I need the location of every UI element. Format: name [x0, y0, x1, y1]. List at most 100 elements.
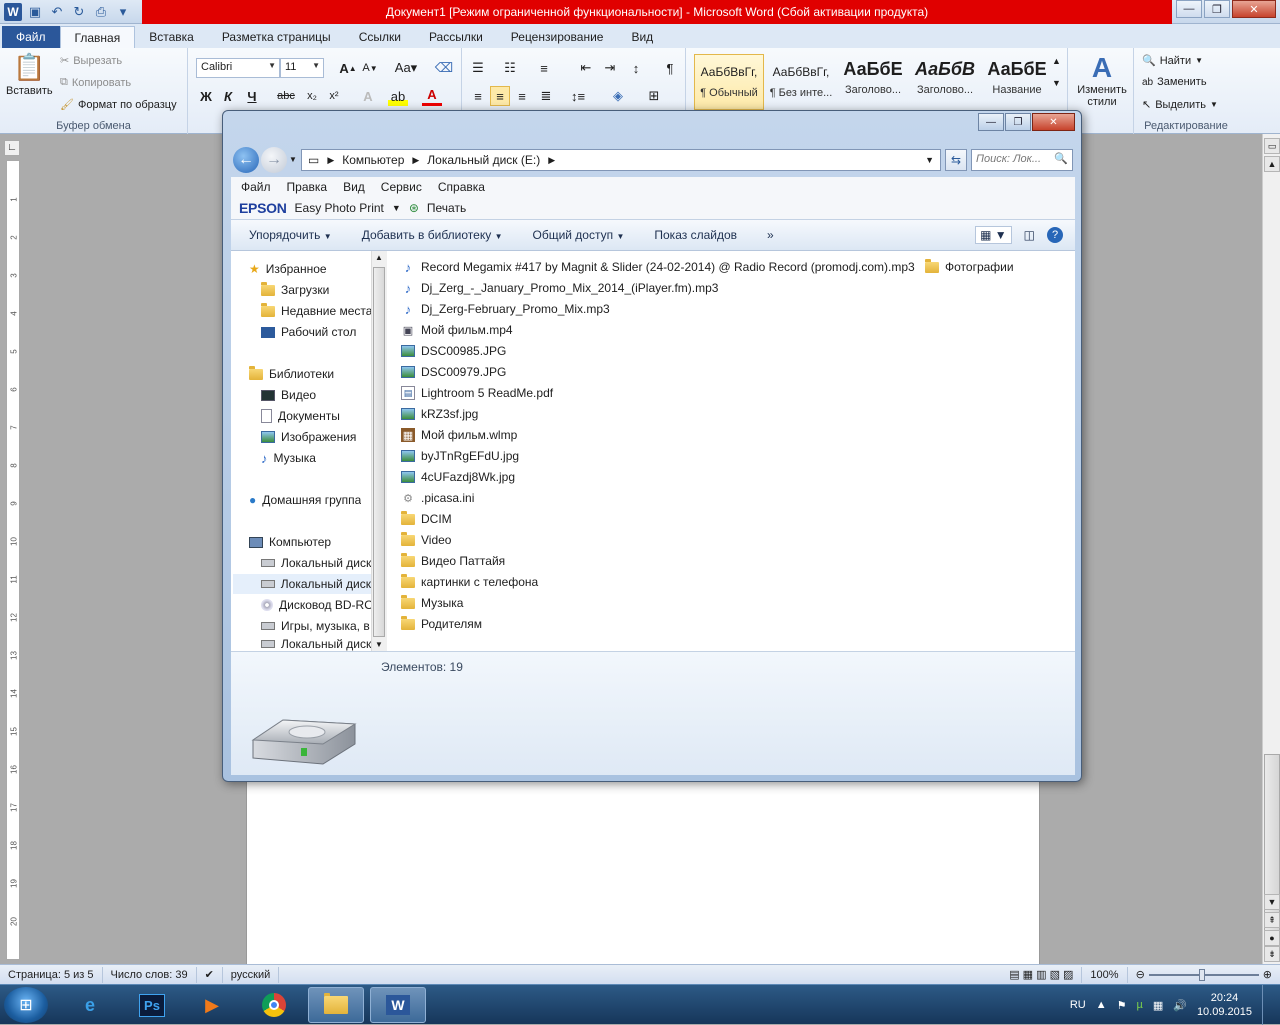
zoom-out-icon[interactable]: ⊖ [1136, 968, 1145, 981]
menu-view[interactable]: Вид [343, 180, 365, 194]
tab-references[interactable]: Ссылки [345, 26, 415, 48]
change-styles-button[interactable]: A Изменить стили [1072, 52, 1132, 108]
print-icon[interactable]: ⎙ [92, 3, 110, 21]
menu-tools[interactable]: Сервис [381, 180, 422, 194]
word-logo-icon[interactable]: W [4, 3, 22, 21]
word-count[interactable]: Число слов: 39 [103, 966, 197, 983]
format-painter-button[interactable]: 🖌 Формат по образцу [60, 98, 177, 112]
history-dropdown-icon[interactable]: ▼ [289, 155, 297, 164]
next-page-button[interactable]: ⇟ [1264, 946, 1280, 962]
file-item[interactable]: Video [401, 530, 451, 550]
underline-icon[interactable]: Ч [242, 86, 262, 106]
file-item[interactable]: kRZ3sf.jpg [401, 404, 478, 424]
volume-icon[interactable]: 🔊 [1173, 999, 1187, 1012]
action-center-icon[interactable]: ⚑ [1117, 999, 1127, 1012]
nav-bd-drive[interactable]: Дисковод BD-RO [261, 595, 374, 615]
network-icon[interactable]: ▦ [1153, 999, 1163, 1012]
nav-drive-2[interactable]: Локальный диск [233, 574, 371, 594]
undo-icon[interactable]: ↶ [48, 3, 66, 21]
refresh-icon[interactable]: ⇆ [945, 149, 967, 171]
share-button[interactable]: Общий доступ ▼ [532, 228, 624, 242]
font-size-combo[interactable]: 11 ▼ [280, 58, 324, 78]
nav-downloads[interactable]: Загрузки [261, 280, 329, 300]
language[interactable]: русский [223, 966, 280, 983]
replace-button[interactable]: ab Заменить [1142, 76, 1207, 88]
file-item[interactable]: ▤ Lightroom 5 ReadMe.pdf [401, 383, 553, 403]
menu-help[interactable]: Справка [438, 180, 485, 194]
address-dropdown-icon[interactable]: ▼ [925, 155, 940, 165]
breadcrumb-drive[interactable]: Локальный диск (E:) [427, 153, 540, 167]
file-item[interactable]: DCIM [401, 509, 452, 529]
print-button[interactable]: Печать [427, 201, 466, 215]
tray-expand-icon[interactable]: ▲ [1096, 999, 1107, 1011]
chevron-down-icon[interactable]: ▼ [392, 203, 401, 213]
zoom-level[interactable]: 100% [1082, 966, 1128, 983]
organize-button[interactable]: Упорядочить ▼ [249, 228, 332, 242]
search-icon[interactable]: 🔍 [1054, 152, 1068, 165]
word-taskbar-icon[interactable]: W [370, 987, 426, 1023]
find-button[interactable]: 🔍 Найти ▼ [1142, 54, 1203, 68]
more-commands-icon[interactable]: » [767, 228, 774, 242]
numbering-icon[interactable]: ☷ [500, 58, 520, 78]
align-center-icon[interactable]: ≡ [490, 86, 510, 106]
strikethrough-icon[interactable]: abc [276, 86, 296, 106]
font-color-icon[interactable]: A [422, 86, 442, 106]
explorer-maximize-button[interactable]: ❐ [1005, 113, 1031, 131]
preview-pane-icon[interactable]: ◫ [1024, 228, 1035, 242]
tab-page-layout[interactable]: Разметка страницы [208, 26, 345, 48]
language-indicator[interactable]: RU [1070, 999, 1086, 1011]
grow-font-icon[interactable]: A ▲ [338, 58, 358, 78]
menu-file[interactable]: Файл [241, 180, 271, 194]
style-heading2[interactable]: АаБбВ Заголово... [910, 54, 980, 110]
photoshop-icon[interactable]: Ps [124, 987, 180, 1023]
file-item[interactable]: DSC00979.JPG [401, 362, 506, 382]
style-title[interactable]: АаБбЕ Название [982, 54, 1052, 110]
shading-icon[interactable]: ◈ [608, 86, 628, 106]
nav-drive-3[interactable]: Игры, музыка, в [261, 616, 370, 636]
tab-home[interactable]: Главная [59, 26, 136, 48]
paste-button[interactable]: 📋 Вставить [6, 52, 53, 97]
style-normal[interactable]: АаБбВвГг, ¶ Обычный [694, 54, 764, 110]
align-right-icon[interactable]: ≡ [512, 86, 532, 106]
subscript-icon[interactable]: x₂ [302, 86, 322, 106]
explorer-close-button[interactable]: ✕ [1032, 113, 1075, 131]
save-icon[interactable]: ▣ [26, 3, 44, 21]
zoom-slider[interactable]: ⊖ ⊕ [1128, 968, 1280, 981]
style-no-spacing[interactable]: АаБбВвГг, ¶ Без инте... [766, 54, 836, 110]
customize-qat-icon[interactable]: ▾ [114, 3, 132, 21]
highlight-icon[interactable]: ab [388, 86, 408, 106]
bullets-icon[interactable]: ☰ [468, 58, 488, 78]
internet-explorer-icon[interactable]: e [62, 987, 118, 1023]
scroll-down-button[interactable]: ▼ [1264, 894, 1280, 910]
shrink-font-icon[interactable]: A ▼ [360, 58, 380, 78]
multilevel-list-icon[interactable]: ≡ [534, 58, 554, 78]
select-button[interactable]: ↖ Выделить ▼ [1142, 98, 1218, 112]
media-player-icon[interactable]: ▶ [184, 987, 240, 1023]
text-effects-icon[interactable]: A [358, 86, 378, 106]
address-bar[interactable]: ▭ ▶ Компьютер ▶ Локальный диск (E:) ▶ ▼ [301, 149, 941, 171]
menu-edit[interactable]: Правка [287, 180, 328, 194]
search-input[interactable]: Поиск: Лок... 🔍 [971, 149, 1073, 171]
view-buttons[interactable]: ▤ ▦ ▥ ▧ ▨ [1001, 966, 1083, 983]
file-item[interactable]: ▦ Мой фильм.wlmp [401, 425, 517, 445]
file-item[interactable]: картинки с телефона [401, 572, 538, 592]
copy-button[interactable]: ⧉ Копировать [60, 76, 131, 89]
file-item[interactable]: DSC00985.JPG [401, 341, 506, 361]
cut-button[interactable]: ✂ Вырезать [60, 54, 122, 68]
file-item[interactable]: Видео Паттайя [401, 551, 505, 571]
change-case-icon[interactable]: Aa▾ [392, 58, 420, 78]
tab-review[interactable]: Рецензирование [497, 26, 618, 48]
italic-icon[interactable]: К [218, 86, 238, 106]
restore-button[interactable]: ❐ [1204, 0, 1230, 18]
easy-photo-print-button[interactable]: Easy Photo Print [295, 201, 384, 215]
nav-music[interactable]: ♪ Музыка [261, 448, 316, 468]
clear-format-icon[interactable]: ⌫ [434, 58, 454, 78]
file-item[interactable]: ▣ Мой фильм.mp4 [401, 320, 513, 340]
file-item[interactable]: Родителям [401, 614, 482, 634]
ruler-toggle-button[interactable]: ∟ [4, 140, 20, 156]
view-options-button[interactable]: ▦ ▼ [975, 226, 1012, 244]
proofing-icon[interactable]: ✔ [197, 966, 223, 983]
forward-button[interactable]: → [261, 147, 287, 173]
align-left-icon[interactable]: ≡ [468, 86, 488, 106]
nav-homegroup[interactable]: ● Домашняя группа [249, 490, 361, 510]
